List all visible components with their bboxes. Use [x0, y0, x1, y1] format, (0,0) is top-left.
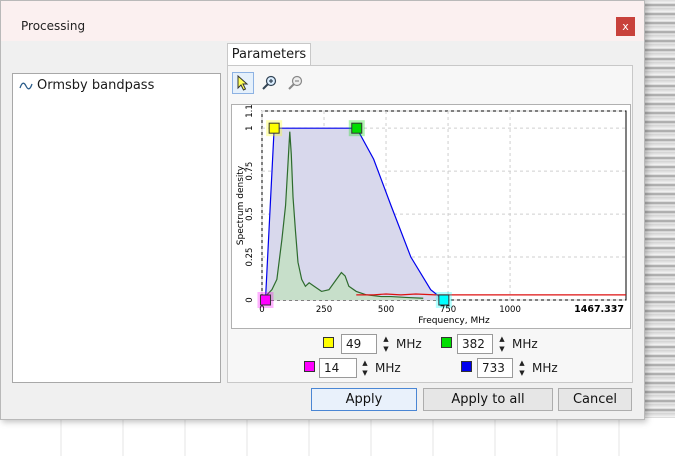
y-axis-label: Spectrum density: [236, 165, 246, 245]
handle-yellow[interactable]: [268, 122, 280, 134]
wave-icon: [19, 81, 33, 91]
freq-blue-input[interactable]: 733: [477, 358, 513, 378]
zoom-in-icon[interactable]: [258, 72, 280, 94]
x-tick-label: 750: [440, 305, 456, 315]
x-axis-label: Frequency, MHz: [418, 316, 490, 326]
x-max-label: 1467.337: [574, 304, 624, 315]
freq-blue-stepper[interactable]: ▲ ▼: [517, 358, 527, 378]
parameters-panel: 0 250 500 750 1000 0 0.25 0.5 0.75 1 1.1 1467.337 Fr…: [227, 65, 633, 383]
handle-green[interactable]: [351, 122, 363, 134]
handle-cyan[interactable]: [438, 294, 450, 306]
x-tick-label: 250: [316, 305, 332, 315]
spectrum-chart[interactable]: 0 250 500 750 1000 0 0.25 0.5 0.75 1 1.1 1467.337 Fr…: [232, 104, 630, 328]
y-tick-label: 0.5: [245, 207, 255, 221]
freq-magenta-unit: MHz: [375, 361, 401, 375]
blue-swatch: [461, 361, 472, 372]
freq-green-input[interactable]: 382: [457, 334, 493, 354]
filter-item-ormsby-bandpass[interactable]: Ormsby bandpass: [19, 78, 154, 93]
freq-magenta-input[interactable]: 14: [319, 358, 357, 378]
y-tick-label: 1.1: [245, 105, 255, 118]
cancel-button[interactable]: Cancel: [558, 388, 632, 411]
x-tick-label: 1000: [499, 305, 521, 315]
freq-green-stepper[interactable]: ▲ ▼: [497, 334, 507, 354]
background-stripes: [645, 0, 675, 456]
y-tick-label: 0.25: [245, 248, 255, 267]
green-swatch: [441, 337, 452, 348]
x-tick-label: 500: [378, 305, 394, 315]
filter-list: Ormsby bandpass: [12, 73, 221, 383]
x-tick-label: 0: [259, 305, 264, 315]
apply-button[interactable]: Apply: [311, 388, 417, 411]
apply-to-all-button[interactable]: Apply to all: [423, 388, 553, 411]
yellow-swatch: [323, 337, 334, 348]
filter-item-label: Ormsby bandpass: [37, 78, 155, 93]
background-bottom: [0, 418, 675, 456]
freq-blue-unit: MHz: [532, 361, 558, 375]
freq-yellow-unit: MHz: [396, 337, 422, 351]
processing-dialog: Processing x Parameters Ormsby bandpass …: [0, 0, 645, 420]
tab-parameters[interactable]: Parameters: [227, 43, 311, 66]
close-button[interactable]: x: [616, 17, 635, 36]
freq-green-unit: MHz: [512, 337, 538, 351]
spectrum-plot-frame: 0 250 500 750 1000 0 0.25 0.5 0.75 1 1.1 1467.337 Fr…: [231, 104, 631, 329]
pointer-icon[interactable]: [232, 72, 254, 94]
y-tick-label: 1: [245, 125, 255, 130]
freq-magenta-stepper[interactable]: ▲ ▼: [360, 358, 370, 378]
freq-yellow-stepper[interactable]: ▲ ▼: [381, 334, 391, 354]
y-tick-label: 0.75: [245, 162, 255, 181]
plot-toolbar: [232, 72, 306, 94]
zoom-out-icon[interactable]: [284, 72, 306, 94]
window-title: Processing: [21, 19, 86, 33]
handle-magenta[interactable]: [259, 294, 271, 306]
freq-yellow-input[interactable]: 49: [341, 334, 377, 354]
magenta-swatch: [304, 361, 315, 372]
title-bar: Processing x: [1, 1, 644, 41]
frequency-controls: 49 ▲ ▼ MHz 382 ▲ ▼ MHz 14 ▲ ▼ MHz 733 ▲ ▼ MH…: [228, 331, 634, 381]
y-tick-label: 0: [245, 297, 255, 302]
